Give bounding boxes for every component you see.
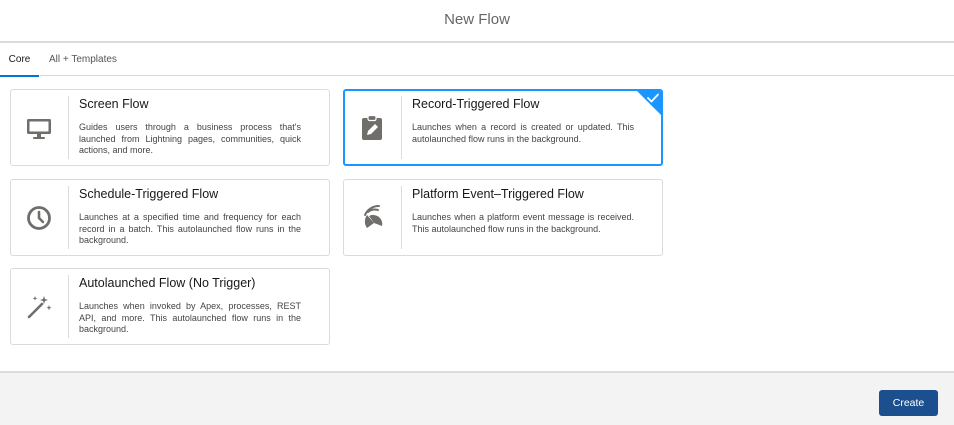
card-title: Schedule-Triggered Flow bbox=[79, 187, 219, 201]
desktop-icon bbox=[27, 119, 51, 139]
card-description: Guides users through a business process … bbox=[79, 122, 301, 155]
card-divider bbox=[401, 96, 402, 159]
flow-type-card-screen-flow[interactable]: Screen Flow Guides users through a busin… bbox=[10, 89, 330, 166]
platform-event-icon bbox=[364, 204, 383, 228]
modal-header: New Flow bbox=[0, 0, 954, 43]
card-title: Autolaunched Flow (No Trigger) bbox=[79, 276, 256, 290]
card-title: Record-Triggered Flow bbox=[412, 97, 540, 111]
card-title: Platform Event–Triggered Flow bbox=[412, 187, 584, 201]
selected-check-icon bbox=[637, 91, 661, 115]
card-title: Screen Flow bbox=[79, 97, 149, 111]
card-divider bbox=[68, 96, 69, 159]
tab-bar: Core All + Templates bbox=[0, 44, 954, 77]
flow-type-card-autolaunched-flow[interactable]: Autolaunched Flow (No Trigger) Launches … bbox=[10, 268, 330, 345]
magic-wand-icon bbox=[27, 296, 52, 319]
card-divider bbox=[68, 186, 69, 249]
card-description: Launches when a record is created or upd… bbox=[412, 122, 634, 144]
card-description: Launches when invoked by Apex, processes… bbox=[79, 301, 301, 334]
tab-core[interactable]: Core bbox=[0, 44, 39, 77]
modal-footer: Create bbox=[0, 371, 954, 425]
tab-all-templates[interactable]: All + Templates bbox=[49, 44, 117, 76]
modal-title: New Flow bbox=[444, 11, 510, 28]
card-divider bbox=[68, 275, 69, 338]
flow-type-card-record-triggered-flow[interactable]: Record-Triggered Flow Launches when a re… bbox=[343, 89, 663, 166]
clipboard-edit-icon bbox=[362, 114, 382, 140]
card-description: Launches when a platform event message i… bbox=[412, 212, 634, 234]
card-divider bbox=[401, 186, 402, 249]
clock-icon bbox=[27, 206, 51, 230]
flow-type-card-platform-event-triggered-flow[interactable]: Platform Event–Triggered Flow Launches w… bbox=[343, 179, 663, 256]
create-button[interactable]: Create bbox=[879, 390, 938, 416]
flow-type-card-schedule-triggered-flow[interactable]: Schedule-Triggered Flow Launches at a sp… bbox=[10, 179, 330, 256]
card-description: Launches at a specified time and frequen… bbox=[79, 212, 301, 245]
